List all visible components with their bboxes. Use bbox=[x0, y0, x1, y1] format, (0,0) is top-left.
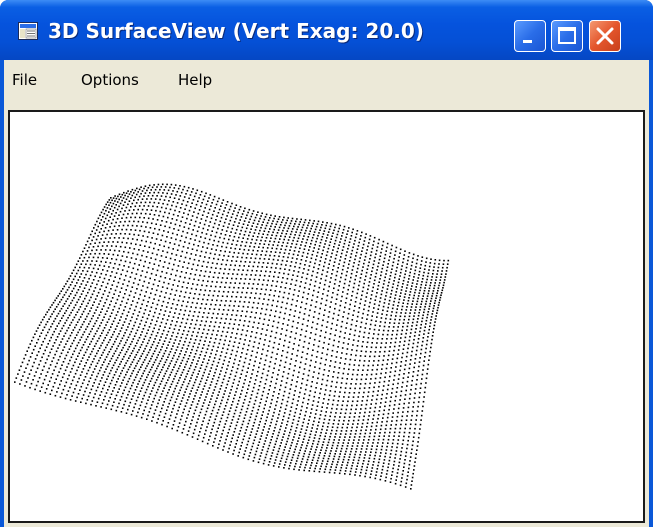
menu-help[interactable]: Help bbox=[178, 71, 212, 89]
app-window: 3D SurfaceView (Vert Exag: 20.0) File Op… bbox=[0, 0, 653, 527]
client-area bbox=[4, 98, 649, 527]
menu-options[interactable]: Options bbox=[81, 71, 139, 89]
close-button[interactable] bbox=[589, 20, 621, 52]
title-bar[interactable]: 3D SurfaceView (Vert Exag: 20.0) bbox=[0, 0, 653, 60]
surface-point-cloud[interactable] bbox=[10, 112, 643, 521]
window-title: 3D SurfaceView (Vert Exag: 20.0) bbox=[48, 19, 424, 43]
surface-canvas-frame[interactable] bbox=[8, 110, 645, 523]
maximize-button[interactable] bbox=[551, 20, 583, 52]
minimize-icon bbox=[523, 40, 532, 43]
surface-app-icon[interactable] bbox=[18, 22, 38, 40]
surface-points bbox=[14, 183, 450, 490]
minimize-button[interactable] bbox=[514, 20, 546, 52]
close-icon bbox=[596, 27, 614, 45]
menu-bar: File Options Help bbox=[4, 60, 649, 98]
maximize-icon bbox=[558, 27, 576, 44]
menu-file[interactable]: File bbox=[12, 71, 37, 89]
